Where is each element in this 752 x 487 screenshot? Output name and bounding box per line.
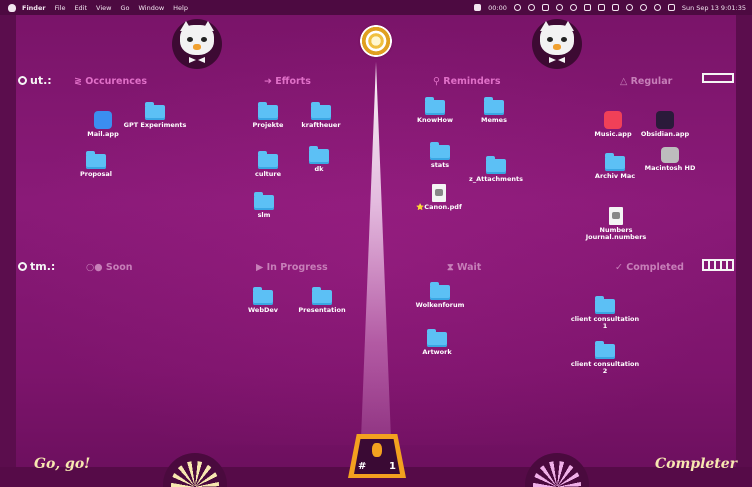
menu-help[interactable]: Help [173, 4, 188, 12]
right-border [736, 15, 752, 487]
folder-icon [253, 287, 273, 305]
music-app-icon [604, 111, 622, 129]
menu-edit[interactable]: Edit [74, 4, 87, 12]
mail-app-icon [94, 111, 112, 129]
play-icon[interactable] [555, 4, 563, 11]
folder-icon [595, 341, 615, 359]
desktop-item-numbers-journal[interactable]: Numbers Journal.numbers [581, 207, 651, 242]
menu-file[interactable]: File [55, 4, 66, 12]
left-border [0, 15, 16, 487]
number-one-badge-icon: # 1 [348, 434, 406, 478]
folder-icon [86, 151, 106, 169]
obsidian-app-icon [656, 111, 674, 129]
search-icon[interactable] [639, 4, 647, 11]
row-label-tm: tm.: [18, 260, 55, 273]
cat-mascot-left-icon [172, 19, 222, 69]
menu-window[interactable]: Window [139, 4, 165, 12]
menu-bar: Finder File Edit View Go Window Help 00:… [0, 0, 752, 15]
bed-icon [702, 73, 734, 83]
desktop-item-kraftheuer[interactable]: kraftheuer [286, 102, 356, 129]
timer-readout[interactable]: 00:00 [488, 4, 507, 12]
clock-icon [18, 262, 27, 271]
column-soon: ○● Soon [86, 262, 133, 273]
menu-finder[interactable]: Finder [22, 4, 46, 12]
folder-icon [605, 153, 625, 171]
folder-icon [430, 142, 450, 160]
desktop-item-artwork[interactable]: Artwork [402, 329, 472, 356]
timer-app-icon[interactable] [474, 4, 482, 11]
column-reminders: ⚲ Reminders [433, 76, 501, 87]
folder-icon [312, 287, 332, 305]
status-area: 00:00 Sun Sep 13 9:01:35 [474, 0, 746, 15]
film-strip-icon [702, 259, 734, 271]
bluetooth-icon[interactable] [597, 4, 605, 11]
folder-icon [145, 102, 165, 120]
numbers-file-icon [609, 207, 623, 225]
column-efforts: ➜ Efforts [264, 76, 311, 87]
folder-icon [430, 282, 450, 300]
column-completed: ✓ Completed [615, 262, 684, 273]
moon-icon[interactable] [513, 4, 521, 11]
folder-icon [311, 102, 331, 120]
footer-completer: Completer [655, 456, 738, 472]
folder-icon [254, 192, 274, 210]
folder-icon [427, 329, 447, 347]
desktop-item-slm[interactable]: slm [229, 192, 299, 219]
desktop-item-dk[interactable]: dk [284, 146, 354, 173]
user-icon[interactable] [653, 4, 661, 11]
folder-icon [595, 296, 615, 314]
column-wait: ⧗ Wait [447, 262, 482, 273]
folder-icon [486, 156, 506, 174]
footer-go-go: Go, go! [34, 456, 91, 472]
menu-go[interactable]: Go [120, 4, 129, 12]
column-regular: △ Regular [620, 76, 673, 87]
cat-mascot-right-icon [532, 19, 582, 69]
pdf-file-icon [432, 184, 446, 202]
apple-icon[interactable] [8, 3, 16, 12]
menu-view[interactable]: View [96, 4, 111, 12]
desktop-item-client-consultation-2[interactable]: client consultation 2 [570, 341, 640, 376]
volume-icon[interactable] [583, 4, 591, 11]
clock-readout[interactable]: Sun Sep 13 9:01:35 [682, 4, 746, 12]
desktop-item-memes[interactable]: Memes [459, 97, 529, 124]
folder-icon [484, 97, 504, 115]
folder-icon [258, 102, 278, 120]
folder-icon [425, 97, 445, 115]
desktop-item-presentation[interactable]: Presentation [287, 287, 357, 314]
folder-icon [258, 151, 278, 169]
clock-icon [18, 76, 27, 85]
column-in-progress: ▶ In Progress [256, 262, 328, 273]
sync-icon[interactable] [569, 4, 577, 11]
control-center-icon[interactable] [667, 4, 675, 11]
desktop-item-gpt-experiments[interactable]: GPT Experiments [120, 102, 190, 129]
row-label-ut: ut.: [18, 74, 52, 87]
desktop-item-client-consultation-1[interactable]: client consultation 1 [570, 296, 640, 331]
grid-icon[interactable] [541, 4, 549, 11]
folder-icon [309, 146, 329, 164]
focus-icon[interactable] [527, 4, 535, 11]
desktop-item-obsidian[interactable]: Obsidian.app [630, 111, 700, 138]
desktop-item-canon-pdf[interactable]: ⭐Canon.pdf [404, 184, 474, 211]
runner-figure-icon [372, 443, 382, 457]
desktop-item-z-attachments[interactable]: z_Attachments [461, 156, 531, 183]
desktop-item-macintosh-hd[interactable]: Macintosh HD [635, 147, 705, 172]
column-occurences: ≷ Occurences [74, 76, 147, 87]
desktop-item-wolkenforum[interactable]: Wolkenforum [405, 282, 475, 309]
battery-icon[interactable] [611, 4, 619, 11]
spiral-galaxy-icon [358, 23, 394, 59]
desktop-item-proposal[interactable]: Proposal [61, 151, 131, 178]
wifi-icon[interactable] [625, 4, 633, 11]
hard-drive-icon [661, 147, 679, 163]
